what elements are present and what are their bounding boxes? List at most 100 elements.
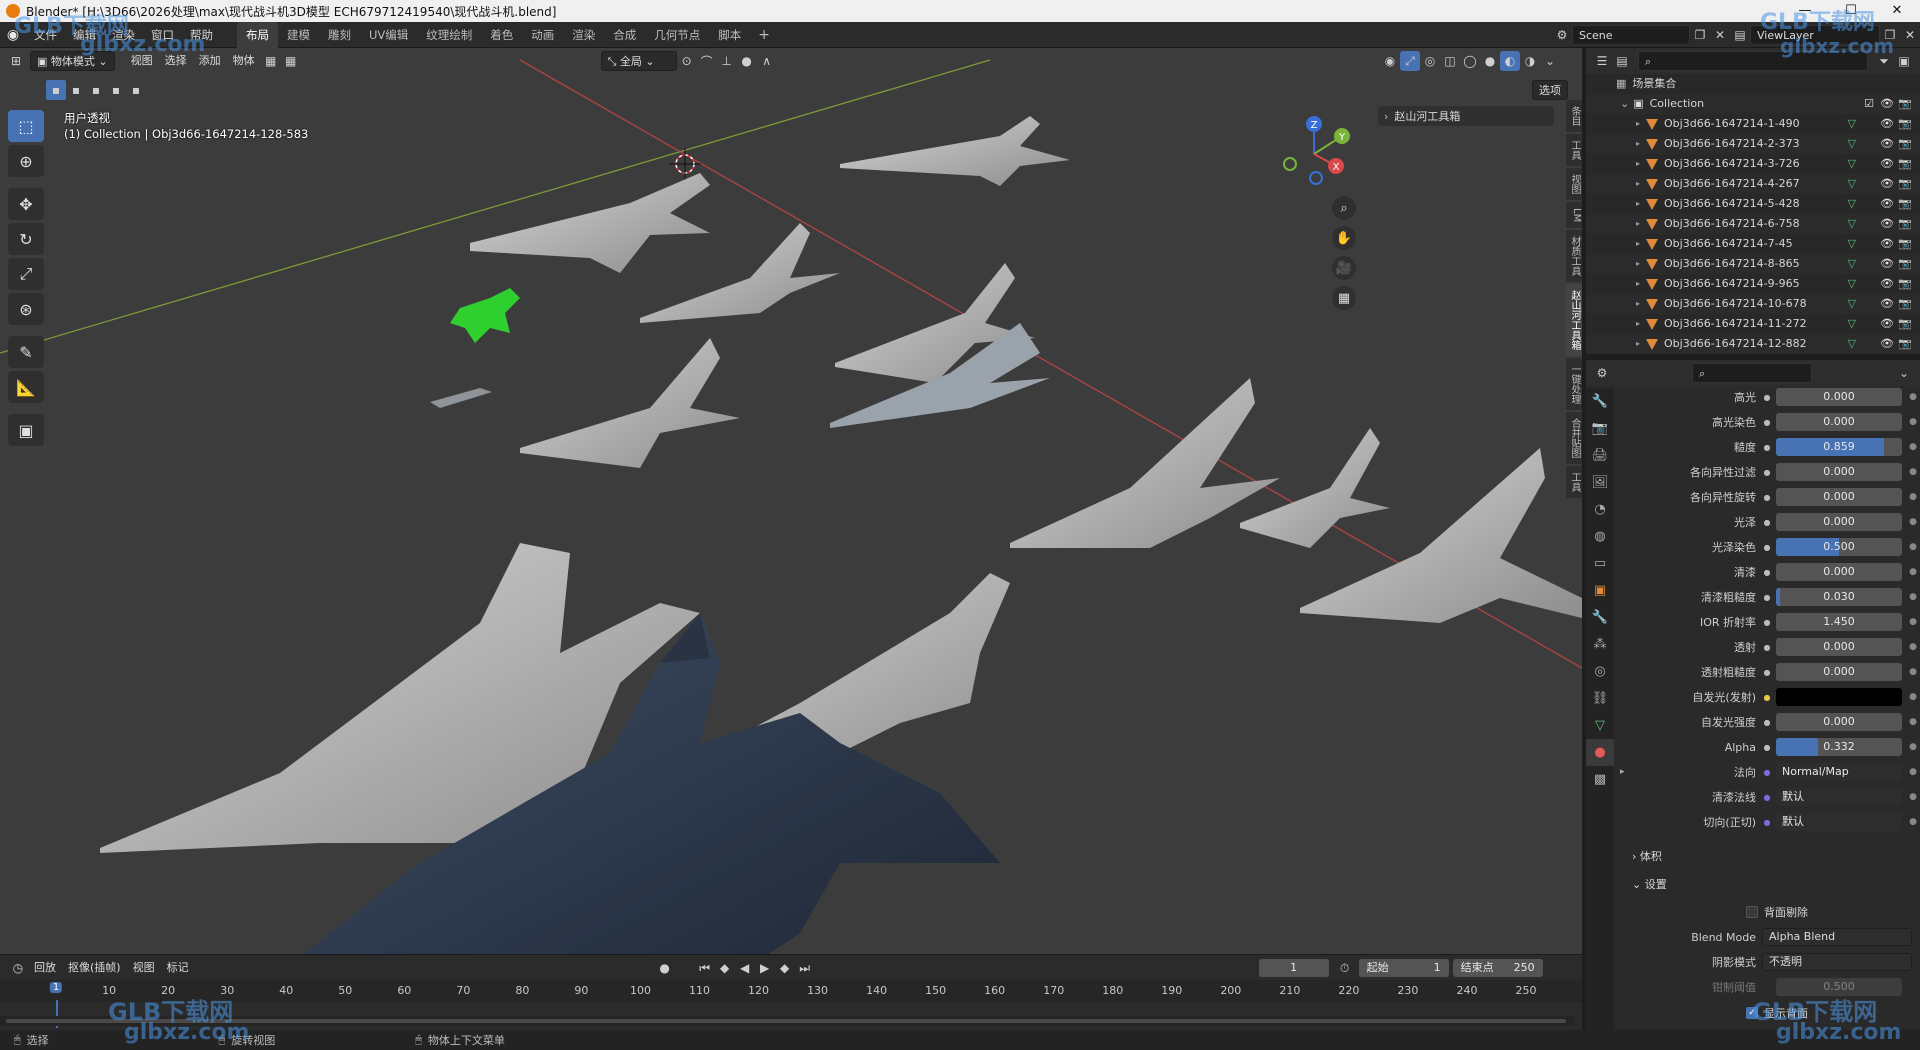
object-render-icon[interactable]: 📷 bbox=[1896, 214, 1914, 234]
measure-tool-icon[interactable]: 📐 bbox=[8, 371, 44, 403]
add-workspace-button[interactable]: + bbox=[750, 27, 778, 43]
tab-shading[interactable]: 着色 bbox=[481, 22, 522, 48]
jet-model-6[interactable] bbox=[520, 338, 740, 468]
outliner-object-row[interactable]: ▸ Obj3d66-1647214-10-678 ▽ 👁 📷 bbox=[1586, 294, 1920, 314]
jet-model-3[interactable] bbox=[640, 223, 840, 323]
keyframe-dot-icon[interactable]: ● bbox=[1906, 442, 1920, 452]
tab-tools-2[interactable]: 工具 bbox=[1566, 466, 1582, 499]
timeline-editor-icon[interactable]: ◷ bbox=[8, 958, 28, 978]
outliner-object-row[interactable]: ▸ Obj3d66-1647214-6-758 ▽ 👁 📷 bbox=[1586, 214, 1920, 234]
fbx-import-icon[interactable]: ▦ bbox=[261, 51, 281, 71]
xray-icon[interactable]: ◫ bbox=[1440, 51, 1460, 71]
link-field[interactable]: Normal/Map bbox=[1776, 763, 1902, 781]
particles-tab-icon[interactable]: ⁂ bbox=[1586, 631, 1614, 658]
settings-section[interactable]: ⌄ 设置 bbox=[1632, 876, 1667, 892]
keyframe-dot-icon[interactable]: ● bbox=[1906, 542, 1920, 552]
object-render-icon[interactable]: 📷 bbox=[1896, 334, 1914, 354]
object-eye-icon[interactable]: 👁 bbox=[1878, 294, 1896, 314]
outliner-object-row[interactable]: ▸ Obj3d66-1647214-11-272 ▽ 👁 📷 bbox=[1586, 314, 1920, 334]
keyframe-dot-icon[interactable]: ● bbox=[1906, 642, 1920, 652]
value-field[interactable]: 1.450 bbox=[1776, 613, 1902, 631]
outliner-object-row[interactable]: ▸ Obj3d66-1647214-9-965 ▽ 👁 📷 bbox=[1586, 274, 1920, 294]
expand-icon[interactable]: ▸ bbox=[1636, 194, 1640, 214]
tool-tab-icon[interactable]: 🔧 bbox=[1586, 388, 1614, 415]
texture-tab-icon[interactable]: ▩ bbox=[1586, 766, 1614, 793]
object-eye-icon[interactable]: 👁 bbox=[1878, 154, 1896, 174]
keyframe-dot-icon[interactable]: ● bbox=[1906, 817, 1920, 827]
keyframe-dot-icon[interactable]: ● bbox=[1906, 392, 1920, 402]
pan-hand-icon[interactable]: ✋ bbox=[1332, 226, 1356, 250]
render-tab-icon[interactable]: 📷 bbox=[1586, 415, 1614, 442]
object-eye-icon[interactable]: 👁 bbox=[1878, 174, 1896, 194]
mesh-data-icon[interactable]: ▽ bbox=[1848, 214, 1856, 234]
output-tab-icon[interactable]: 🖨 bbox=[1586, 442, 1614, 469]
play-reverse-icon[interactable]: ◀ bbox=[735, 958, 755, 978]
tab-one-click[interactable]: 一键处理 bbox=[1566, 358, 1582, 411]
socket-dot-icon[interactable]: ● bbox=[1762, 743, 1772, 752]
clock-icon[interactable]: ⏱ bbox=[1335, 958, 1355, 978]
options-button[interactable]: 选项 bbox=[1532, 80, 1568, 100]
tab-scripting[interactable]: 脚本 bbox=[709, 22, 750, 48]
tab-lm[interactable]: LM bbox=[1566, 202, 1582, 229]
object-eye-icon[interactable]: 👁 bbox=[1878, 334, 1896, 354]
socket-dot-icon[interactable]: ● bbox=[1762, 418, 1772, 427]
volume-section[interactable]: › 体积 bbox=[1632, 848, 1662, 864]
tab-uv-editing[interactable]: UV编辑 bbox=[360, 22, 417, 48]
socket-dot-icon[interactable]: ● bbox=[1762, 518, 1772, 527]
menu-timeline-view[interactable]: 视图 bbox=[127, 958, 161, 978]
keyframe-dot-icon[interactable]: ● bbox=[1906, 742, 1920, 752]
expand-icon[interactable]: ▸ bbox=[1636, 234, 1640, 254]
tab-tool[interactable]: 工具 bbox=[1566, 134, 1582, 166]
tab-rendering[interactable]: 渲染 bbox=[563, 22, 604, 48]
constraints-tab-icon[interactable]: ⛓ bbox=[1586, 685, 1614, 712]
collection-eye-icon[interactable]: 👁 bbox=[1878, 94, 1896, 114]
object-tab-icon[interactable]: ▣ bbox=[1586, 577, 1614, 604]
expand-icon[interactable]: ▸ bbox=[1636, 274, 1640, 294]
object-render-icon[interactable]: 📷 bbox=[1896, 174, 1914, 194]
keyframe-dot-icon[interactable]: ● bbox=[1906, 417, 1920, 427]
mesh-data-icon[interactable]: ▽ bbox=[1848, 274, 1856, 294]
tab-toolbox[interactable]: 赵山河工具箱 bbox=[1566, 284, 1582, 357]
world-tab-icon[interactable]: ◍ bbox=[1586, 523, 1614, 550]
grid-view-icon[interactable]: ▦ bbox=[1332, 286, 1356, 310]
jet-model-1[interactable] bbox=[840, 116, 1070, 186]
socket-dot-icon[interactable]: ● bbox=[1762, 593, 1772, 602]
shading-options-icon[interactable]: ⌄ bbox=[1540, 51, 1560, 71]
jump-start-icon[interactable]: ⏮ bbox=[695, 958, 715, 978]
green-toy-plane[interactable] bbox=[450, 288, 520, 343]
start-frame-field[interactable]: 起始 1 bbox=[1358, 959, 1449, 977]
material-tab-icon[interactable]: ● bbox=[1586, 739, 1614, 766]
mesh-data-icon[interactable]: ▽ bbox=[1848, 334, 1856, 354]
menu-marker[interactable]: 标记 bbox=[161, 958, 195, 978]
keyframe-dot-icon[interactable]: ● bbox=[1906, 592, 1920, 602]
outliner-object-row[interactable]: ▸ Obj3d66-1647214-12-882 ▽ 👁 📷 bbox=[1586, 334, 1920, 354]
object-render-icon[interactable]: 📷 bbox=[1896, 114, 1914, 134]
cursor-tool-icon[interactable]: ⊕ bbox=[8, 145, 44, 177]
menu-object[interactable]: 物体 bbox=[227, 51, 261, 71]
editor-type-icon[interactable]: ⊞ bbox=[6, 51, 26, 71]
display-mode-icon[interactable]: ▤ bbox=[1612, 51, 1632, 71]
object-render-icon[interactable]: 📷 bbox=[1896, 294, 1914, 314]
expand-icon[interactable]: ▸ bbox=[1620, 767, 1625, 777]
select-subtract-icon[interactable]: ▪ bbox=[86, 80, 106, 100]
color-field[interactable] bbox=[1776, 688, 1902, 706]
socket-dot-icon[interactable]: ● bbox=[1762, 543, 1772, 552]
material-shading-icon[interactable]: ◐ bbox=[1500, 51, 1520, 71]
socket-dot-icon[interactable]: ● bbox=[1762, 693, 1772, 702]
mesh-data-icon[interactable]: ▽ bbox=[1848, 234, 1856, 254]
snap-icon[interactable]: ⌒ bbox=[697, 51, 717, 71]
keyframe-dot-icon[interactable]: ● bbox=[1906, 667, 1920, 677]
select-invert-icon[interactable]: ▪ bbox=[106, 80, 126, 100]
jet-model-2[interactable] bbox=[470, 173, 710, 273]
socket-dot-icon[interactable]: ● bbox=[1762, 768, 1772, 777]
value-field[interactable]: 0.500 bbox=[1776, 538, 1902, 556]
menu-playback[interactable]: 回放 bbox=[28, 958, 62, 978]
mesh-data-icon[interactable]: ▽ bbox=[1848, 254, 1856, 274]
value-field[interactable]: 0.000 bbox=[1776, 663, 1902, 681]
play-icon[interactable]: ▶ bbox=[755, 958, 775, 978]
value-field[interactable]: 0.000 bbox=[1776, 713, 1902, 731]
link-field[interactable]: 默认 bbox=[1776, 788, 1902, 806]
collection-row[interactable]: ⌄ ▣ Collection ☑ 👁 📷 bbox=[1586, 94, 1920, 114]
proportional-edit-icon[interactable]: ● bbox=[737, 51, 757, 71]
value-field[interactable]: 0.030 bbox=[1776, 588, 1902, 606]
